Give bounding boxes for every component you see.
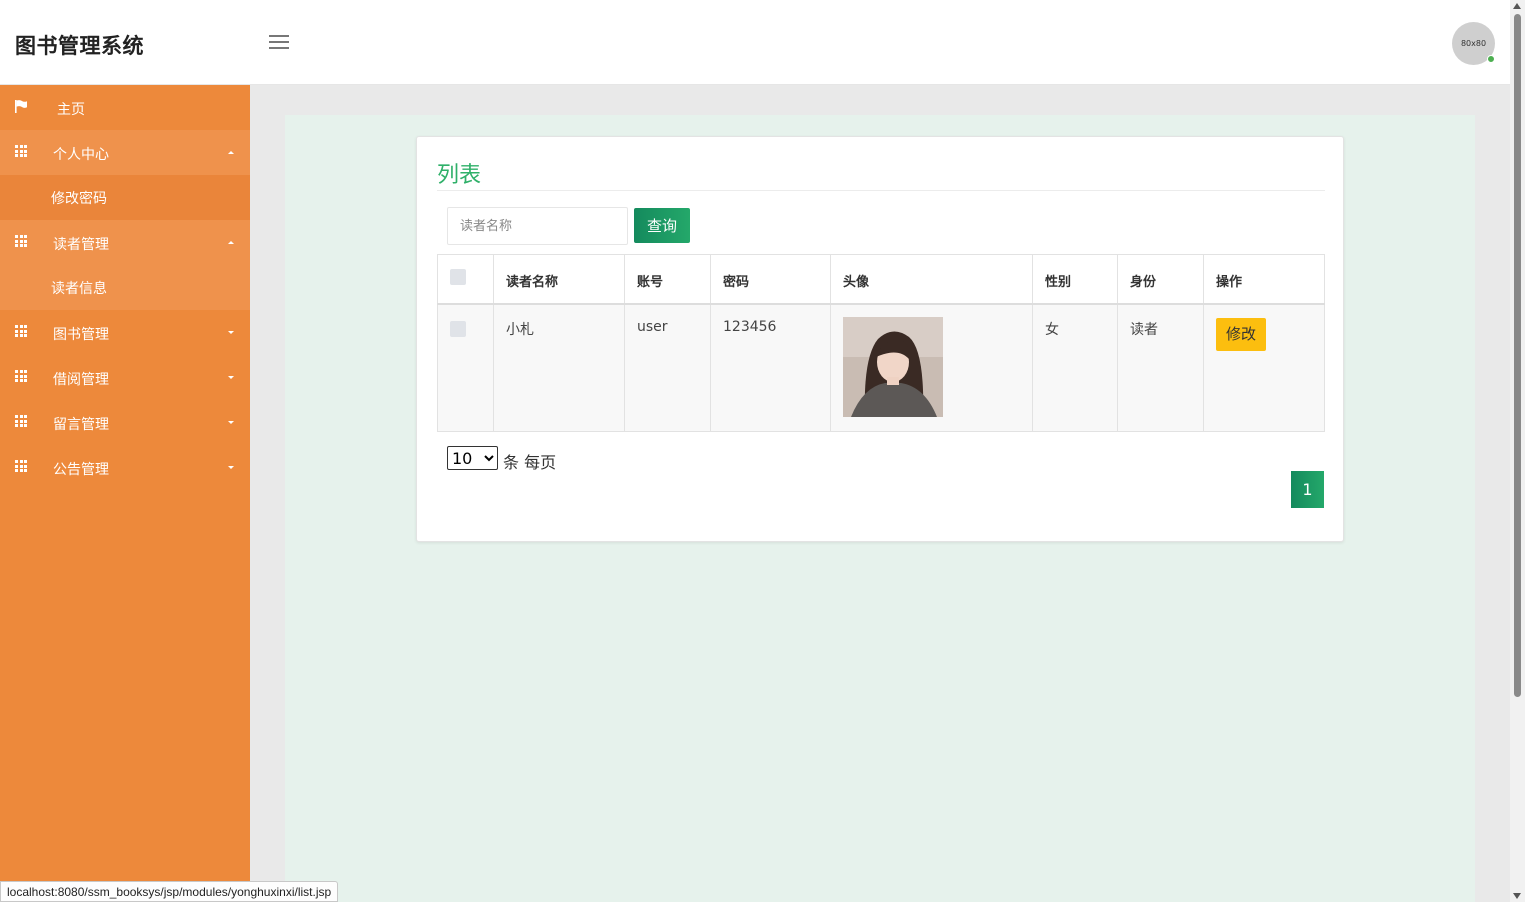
row-checkbox[interactable] [450,320,466,337]
caret-down-icon [228,421,234,424]
sidebar-group-borrowing[interactable]: 借阅管理 [0,355,250,400]
search-button[interactable]: 查询 [634,208,690,243]
reader-photo [843,316,943,417]
column-header: 身份 [1117,254,1204,304]
table-row: 小札 user 123456 女 读者 修改 [437,303,1325,432]
menu-toggle-icon[interactable] [269,35,289,51]
sidebar-group-label: 读者管理 [53,237,109,253]
sidebar-group-messages[interactable]: 留言管理 [0,400,250,445]
column-header: 性别 [1032,254,1118,304]
caret-down-icon [228,331,234,334]
sidebar-group-label: 个人中心 [53,147,109,163]
grid-icon [15,235,27,247]
sidebar-group-readers[interactable]: 读者管理 [0,220,250,265]
sidebar-item-home[interactable]: 主页 [0,85,250,130]
sidebar-item-reader-info[interactable]: 读者信息 [0,265,250,310]
grid-icon [15,415,27,427]
sidebar-item-change-password[interactable]: 修改密码 [0,175,250,220]
scroll-down-arrow-icon[interactable] [1513,893,1521,899]
sidebar: 主页 个人中心 修改密码 读者管理 读者信息 图书管理 借阅管理 留言管理 公告… [0,85,250,902]
link-status-bar: localhost:8080/ssm_booksys/jsp/modules/y… [0,881,339,902]
column-header: 读者名称 [493,254,625,304]
select-cell [437,303,494,432]
readers-table: 读者名称 账号 密码 头像 性别 身份 操作 小札 user 123456 女 … [437,254,1325,432]
sidebar-item-label: 主页 [57,102,85,118]
app-title: 图书管理系统 [15,34,144,58]
divider [437,190,1325,191]
select-all-header [437,254,494,304]
user-avatar[interactable]: 80x80 [1452,22,1495,65]
scrollbar-thumb[interactable] [1514,14,1521,697]
action-cell: 修改 [1203,303,1325,432]
reader-name-cell: 小札 [493,303,625,432]
sidebar-group-label: 图书管理 [53,327,109,343]
password-cell: 123456 [710,303,831,432]
grid-icon [15,145,27,157]
sidebar-group-label: 留言管理 [53,417,109,433]
sidebar-group-notices[interactable]: 公告管理 [0,445,250,490]
caret-up-icon [228,151,234,154]
table-header-row: 读者名称 账号 密码 头像 性别 身份 操作 [437,254,1325,304]
column-header: 账号 [624,254,711,304]
page-size-label: 条 每页 [503,453,557,472]
column-header: 头像 [830,254,1033,304]
grid-icon [15,460,27,472]
sidebar-group-label: 借阅管理 [53,372,109,388]
flag-icon [15,100,27,113]
panel-title: 列表 [437,163,482,188]
caret-down-icon [228,466,234,469]
edit-button[interactable]: 修改 [1216,317,1266,351]
reader-name-search-input[interactable] [447,207,628,245]
online-status-dot [1487,55,1495,63]
sidebar-group-personal[interactable]: 个人中心 [0,130,250,175]
role-cell: 读者 [1117,303,1204,432]
caret-up-icon [228,241,234,244]
account-cell: user [624,303,711,432]
gender-cell: 女 [1032,303,1118,432]
vertical-scrollbar[interactable] [1510,0,1525,902]
column-header: 密码 [710,254,831,304]
sidebar-group-label: 公告管理 [53,462,109,478]
avatar-cell [830,303,1033,432]
scroll-up-arrow-icon[interactable] [1513,3,1521,9]
grid-icon [15,370,27,382]
page-size-select[interactable]: 10 [447,446,498,470]
caret-down-icon [228,376,234,379]
select-all-checkbox[interactable] [450,269,466,285]
pagination-page-1[interactable]: 1 [1291,471,1324,508]
column-header: 操作 [1203,254,1325,304]
sidebar-group-books[interactable]: 图书管理 [0,310,250,355]
top-header: 图书管理系统 80x80 [0,0,1510,85]
list-panel: 列表 查询 读者名称 账号 密码 头像 性别 身份 操作 小札 user 123… [416,136,1344,542]
grid-icon [15,325,27,337]
